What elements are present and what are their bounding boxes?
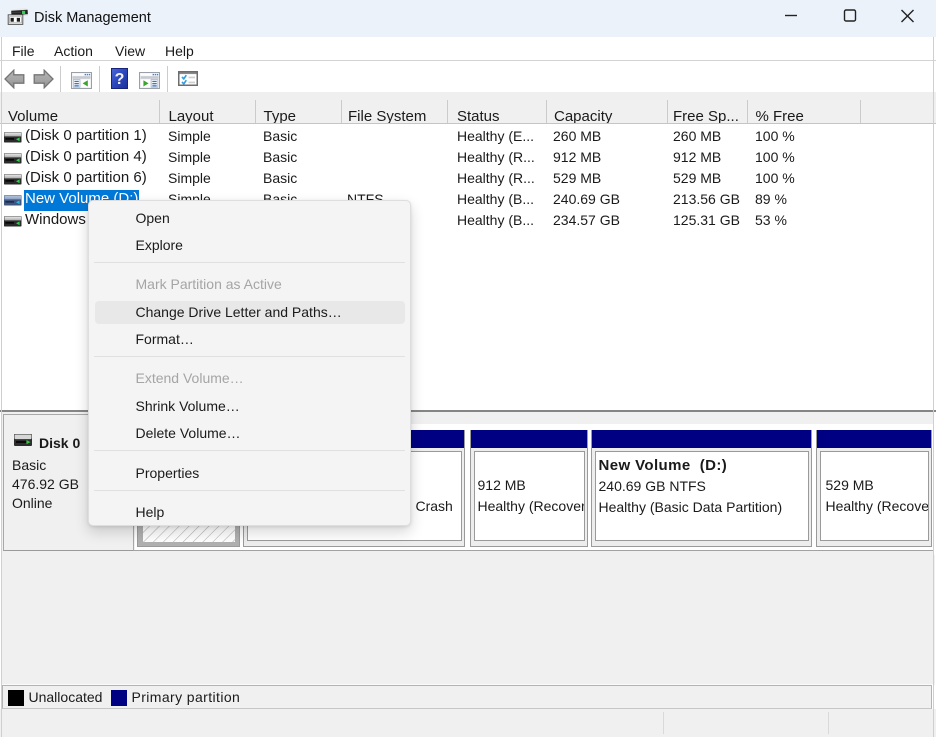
svg-text:?: ? <box>115 71 125 88</box>
